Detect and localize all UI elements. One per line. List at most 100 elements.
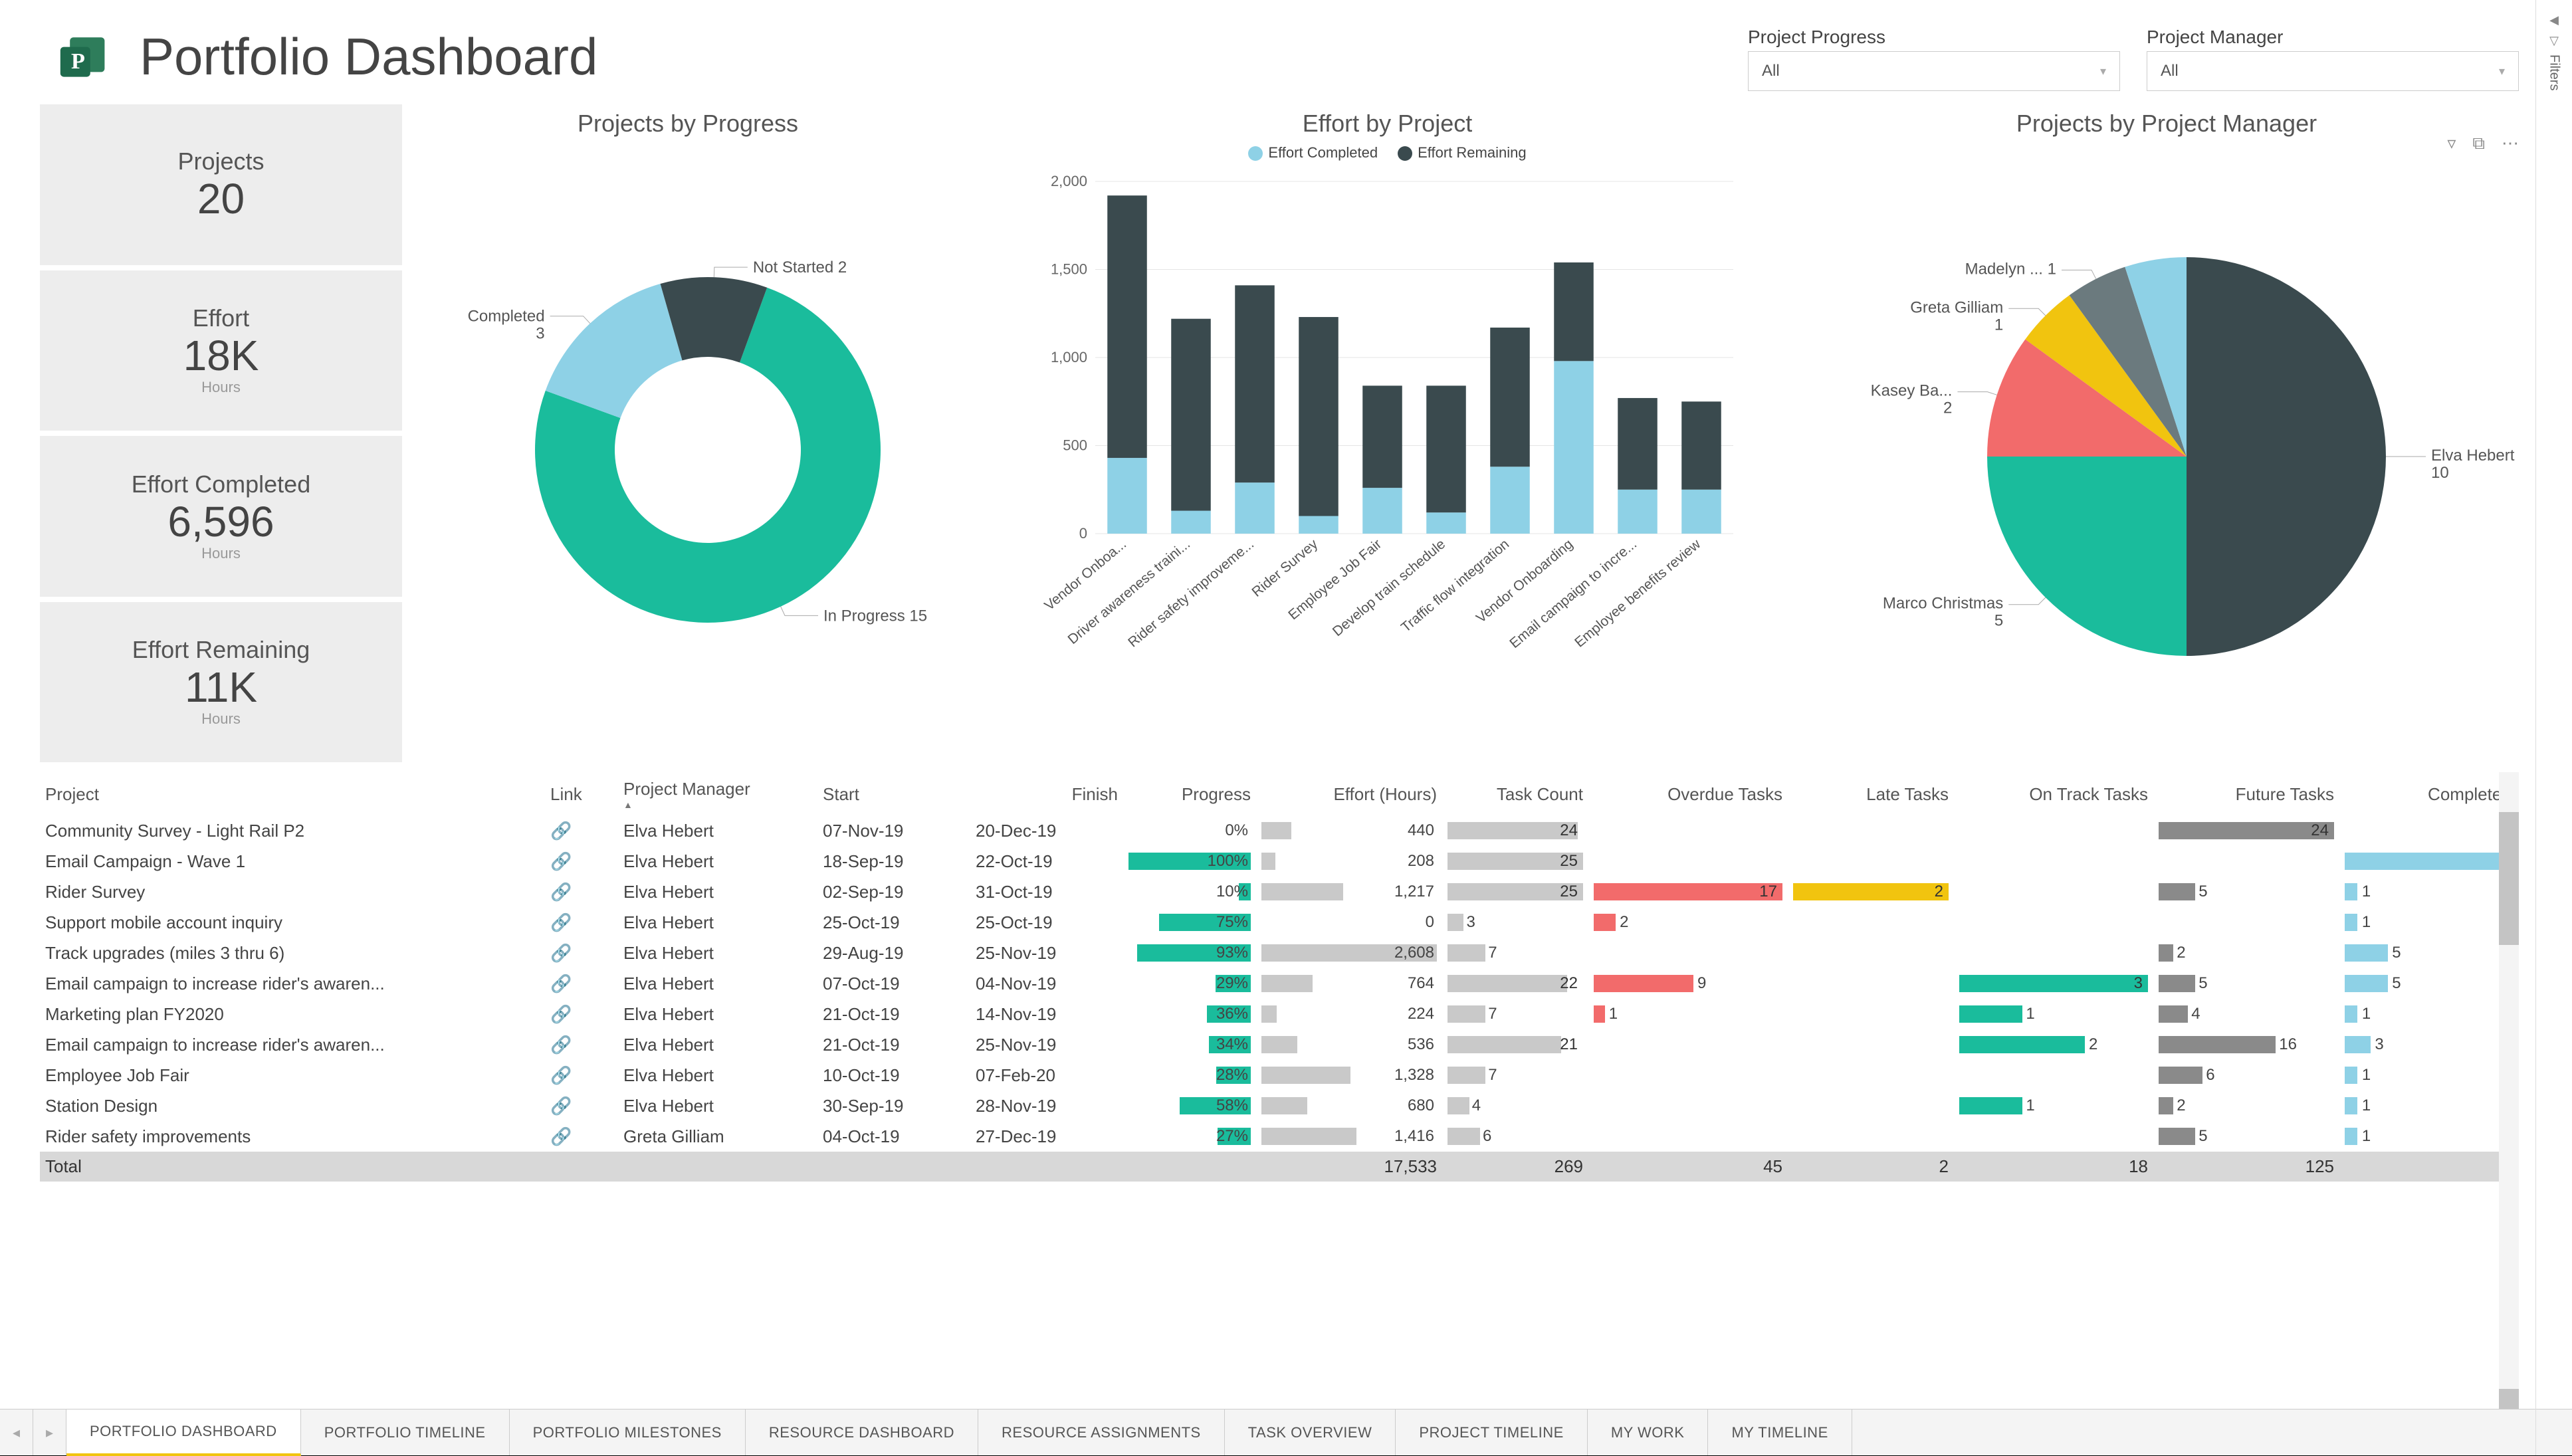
table-total-row: Total17,5332694521812579: [40, 1152, 2519, 1182]
chart-title: Effort by Project: [1303, 110, 1472, 138]
column-header[interactable]: Effort (Hours): [1256, 772, 1442, 815]
svg-text:Marco Christmas5: Marco Christmas5: [1883, 595, 2003, 630]
kpi-value: 11K: [185, 664, 257, 710]
link-icon[interactable]: 🔗: [550, 912, 572, 932]
svg-text:In Progress 15: In Progress 15: [823, 607, 927, 625]
table-row[interactable]: Email Campaign - Wave 1🔗Elva Hebert18-Se…: [40, 846, 2519, 877]
scroll-down-arrow[interactable]: [2499, 1389, 2519, 1409]
more-options-icon[interactable]: ⋯: [2502, 133, 2519, 154]
slicer-dropdown[interactable]: All ▾: [1748, 51, 2120, 91]
filters-pane-collapsed[interactable]: ◀ ▽ Filters: [2535, 0, 2572, 1455]
table-row[interactable]: Rider safety improvements🔗Greta Gilliam0…: [40, 1121, 2519, 1152]
expand-filters-icon[interactable]: ◀: [2549, 13, 2559, 27]
svg-text:Completed3: Completed3: [468, 308, 545, 343]
slicer-label: Project Manager: [2147, 27, 2519, 48]
table-row[interactable]: Support mobile account inquiry🔗Elva Hebe…: [40, 907, 2519, 938]
slicer-dropdown[interactable]: All ▾: [2147, 51, 2519, 91]
column-header[interactable]: On Track Tasks: [1954, 772, 2153, 815]
chart-projects-by-progress[interactable]: Projects by Progress In Progress 15 Compl…: [415, 104, 960, 762]
kpi-subtitle: Hours: [201, 545, 241, 562]
column-header[interactable]: Progress: [1123, 772, 1256, 815]
page-tab[interactable]: MY TIMELINE: [1708, 1409, 1852, 1455]
table-row[interactable]: Email campaign to increase rider's aware…: [40, 1029, 2519, 1060]
column-header[interactable]: Late Tasks: [1788, 772, 1954, 815]
copy-icon[interactable]: ⧉: [2472, 133, 2485, 154]
table-row[interactable]: Rider Survey🔗Elva Hebert02-Sep-1931-Oct-…: [40, 877, 2519, 907]
table-scrollbar[interactable]: [2499, 772, 2519, 1409]
table-row[interactable]: Station Design🔗Elva Hebert30-Sep-1928-No…: [40, 1091, 2519, 1121]
page-tab[interactable]: RESOURCE ASSIGNMENTS: [978, 1409, 1225, 1455]
kpi-card[interactable]: Effort Remaining 11K Hours: [40, 602, 402, 763]
page-tab[interactable]: PORTFOLIO MILESTONES: [510, 1409, 746, 1455]
filter-icon: ▽: [2549, 34, 2559, 48]
link-icon[interactable]: 🔗: [550, 882, 572, 902]
svg-text:Not Started 2: Not Started 2: [753, 259, 847, 276]
kpi-title: Projects: [177, 148, 264, 175]
svg-text:1,500: 1,500: [1050, 261, 1087, 278]
link-icon[interactable]: 🔗: [550, 974, 572, 993]
scroll-thumb[interactable]: [2499, 812, 2519, 945]
slicer-value: All: [1762, 62, 1780, 80]
link-icon[interactable]: 🔗: [550, 821, 572, 841]
kpi-title: Effort: [193, 304, 249, 332]
chart-projects-by-pm[interactable]: Projects by Project Manager Elva Hebert1…: [1814, 104, 2519, 762]
column-header[interactable]: Project Manager▲: [618, 772, 817, 815]
kpi-subtitle: Hours: [201, 710, 241, 728]
svg-text:Rider safety improveme...: Rider safety improveme...: [1125, 536, 1257, 650]
page-title: Portfolio Dashboard: [140, 27, 597, 87]
funnel-icon[interactable]: ▿: [2447, 133, 2456, 154]
kpi-card[interactable]: Effort Completed 6,596 Hours: [40, 436, 402, 597]
chart-effort-by-project[interactable]: Effort by Project Effort CompletedEffort…: [974, 104, 1801, 762]
link-icon[interactable]: 🔗: [550, 1035, 572, 1055]
kpi-value: 6,596: [167, 498, 274, 545]
kpi-value: 18K: [183, 332, 259, 379]
table-row[interactable]: Track upgrades (miles 3 thru 6)🔗Elva Heb…: [40, 938, 2519, 968]
link-icon[interactable]: 🔗: [550, 851, 572, 871]
column-header[interactable]: Project: [40, 772, 545, 815]
svg-text:1,000: 1,000: [1050, 349, 1087, 365]
chevron-down-icon: ▾: [2100, 64, 2106, 78]
svg-text:Driver awareness traini...: Driver awareness traini...: [1065, 536, 1193, 647]
table-row[interactable]: Community Survey - Light Rail P2🔗Elva He…: [40, 815, 2519, 846]
svg-text:P: P: [71, 49, 85, 74]
kpi-card[interactable]: Projects 20: [40, 104, 402, 265]
filters-label: Filters: [2547, 54, 2562, 90]
column-header[interactable]: Finish: [970, 772, 1123, 815]
page-tab[interactable]: PORTFOLIO DASHBOARD: [66, 1409, 301, 1456]
column-header[interactable]: Future Tasks: [2153, 772, 2339, 815]
page-tab[interactable]: RESOURCE DASHBOARD: [746, 1409, 978, 1455]
page-tab[interactable]: TASK OVERVIEW: [1225, 1409, 1396, 1455]
svg-text:Elva Hebert10: Elva Hebert10: [2431, 447, 2515, 482]
column-header[interactable]: Start: [817, 772, 970, 815]
slicer-project-progress[interactable]: Project Progress All ▾: [1748, 27, 2120, 91]
table-row[interactable]: Email campaign to increase rider's aware…: [40, 968, 2519, 999]
chart-title: Projects by Progress: [578, 110, 798, 138]
tab-nav-next[interactable]: ▸: [33, 1409, 66, 1455]
svg-text:500: 500: [1063, 437, 1087, 454]
kpi-value: 20: [197, 175, 245, 222]
page-tabs[interactable]: ◂ ▸ PORTFOLIO DASHBOARDPORTFOLIO TIMELIN…: [0, 1409, 2572, 1455]
link-icon[interactable]: 🔗: [550, 1096, 572, 1116]
table-row[interactable]: Employee Job Fair🔗Elva Hebert10-Oct-1907…: [40, 1060, 2519, 1091]
tab-nav-prev[interactable]: ◂: [0, 1409, 33, 1455]
pie-chart: Elva Hebert10Marco Christmas5Kasey Ba...…: [1814, 138, 2519, 722]
link-icon[interactable]: 🔗: [550, 943, 572, 963]
page-tab[interactable]: MY WORK: [1588, 1409, 1709, 1455]
page-tab[interactable]: PORTFOLIO TIMELINE: [301, 1409, 510, 1455]
slicer-label: Project Progress: [1748, 27, 2120, 48]
page-tab[interactable]: PROJECT TIMELINE: [1396, 1409, 1587, 1455]
kpi-title: Effort Remaining: [132, 636, 310, 664]
column-header[interactable]: Overdue Tasks: [1588, 772, 1788, 815]
column-header[interactable]: Completed Tasks: [2339, 772, 2519, 815]
table-row[interactable]: Marketing plan FY2020🔗Elva Hebert21-Oct-…: [40, 999, 2519, 1029]
projects-table[interactable]: ProjectLinkProject Manager▲StartFinishPr…: [40, 772, 2519, 1409]
link-icon[interactable]: 🔗: [550, 1126, 572, 1146]
link-icon[interactable]: 🔗: [550, 1065, 572, 1085]
svg-text:Employee benefits review: Employee benefits review: [1572, 536, 1704, 651]
link-icon[interactable]: 🔗: [550, 1004, 572, 1024]
column-header[interactable]: Task Count: [1442, 772, 1588, 815]
slicer-project-manager[interactable]: Project Manager All ▾: [2147, 27, 2519, 91]
column-header[interactable]: Link: [545, 772, 618, 815]
svg-text:2,000: 2,000: [1050, 173, 1087, 189]
kpi-card[interactable]: Effort 18K Hours: [40, 270, 402, 431]
